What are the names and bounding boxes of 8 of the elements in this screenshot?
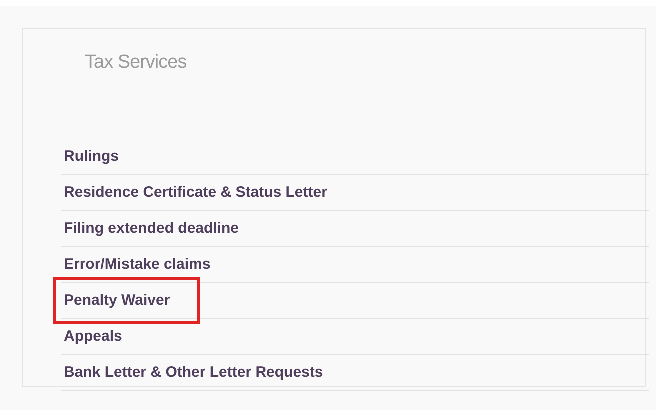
service-link[interactable]: Filing extended deadline (61, 220, 240, 237)
service-link[interactable]: Penalty Waiver (61, 292, 170, 309)
service-link[interactable]: Appeals (61, 328, 122, 345)
service-link[interactable]: Residence Certificate & Status Letter (61, 184, 328, 201)
service-link[interactable]: Error/Mistake claims (61, 256, 211, 273)
service-link[interactable]: Bank Letter & Other Letter Requests (61, 364, 324, 381)
panel-title: Tax Services (85, 52, 188, 74)
service-link[interactable]: Rulings (61, 148, 119, 165)
